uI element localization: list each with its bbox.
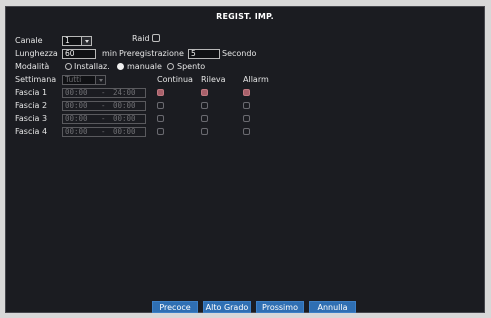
lunghezza-value: 60 (65, 49, 75, 58)
start-time: 00:00 (65, 88, 88, 97)
continua-checkbox[interactable] (157, 128, 164, 135)
rileva-checkbox[interactable] (201, 115, 208, 122)
lunghezza-unit: min (102, 49, 118, 58)
end-time: 00:00 (113, 101, 136, 110)
column-allarm: Allarm (243, 75, 269, 84)
annulla-button[interactable]: Annulla (309, 301, 356, 313)
continua-checkbox[interactable] (157, 102, 164, 109)
fascia-label: Fascia 3 (15, 114, 48, 123)
fascia-label: Fascia 4 (15, 127, 48, 136)
modalita-installaz-radio[interactable] (65, 63, 72, 70)
preregistrazione-unit: Secondo (222, 49, 257, 58)
lunghezza-input[interactable]: 60 (62, 49, 96, 59)
modalita-label: Modalità (15, 62, 50, 71)
settimana-value: Tutti (65, 75, 82, 84)
canale-dropdown[interactable]: 1 (62, 36, 92, 46)
end-time: 24:00 (113, 88, 136, 97)
modalita-spento-radio[interactable] (167, 63, 174, 70)
canale-label: Canale (15, 36, 43, 45)
fascia-label: Fascia 1 (15, 88, 48, 97)
preregistrazione-value: 5 (191, 49, 196, 58)
alto-grado-button[interactable]: Alto Grado (203, 301, 251, 313)
fascia-time-range[interactable]: 00:00-00:00 (62, 114, 146, 124)
modalita-installaz-label: Installaz. (74, 62, 110, 71)
time-separator: - (101, 114, 106, 123)
fascia-time-range[interactable]: 00:00-00:00 (62, 127, 146, 137)
time-separator: - (101, 127, 106, 136)
continua-checkbox[interactable] (157, 115, 164, 122)
window-title: REGIST. IMP. (216, 12, 274, 21)
raid-label: Raid (132, 34, 150, 43)
modalita-spento-label: Spento (177, 62, 206, 71)
chevron-down-icon (81, 37, 91, 45)
record-settings-window: REGIST. IMP. Canale 1 Raid Lunghezza 60 … (5, 6, 485, 313)
column-rileva: Rileva (201, 75, 226, 84)
modalita-manuale-radio[interactable] (117, 63, 124, 70)
start-time: 00:00 (65, 127, 88, 136)
fascia-time-range[interactable]: 00:00-00:00 (62, 101, 146, 111)
end-time: 00:00 (113, 127, 136, 136)
settimana-dropdown[interactable]: Tutti (62, 75, 106, 85)
allarm-checkbox[interactable] (243, 89, 250, 96)
canale-value: 1 (65, 36, 70, 45)
rileva-checkbox[interactable] (201, 89, 208, 96)
start-time: 00:00 (65, 114, 88, 123)
preregistrazione-label: Preregistrazione (119, 49, 184, 58)
start-time: 00:00 (65, 101, 88, 110)
allarm-checkbox[interactable] (243, 128, 250, 135)
allarm-checkbox[interactable] (243, 115, 250, 122)
precoce-button[interactable]: Precoce (152, 301, 198, 313)
modalita-manuale-label: manuale (127, 62, 162, 71)
end-time: 00:00 (113, 114, 136, 123)
raid-checkbox[interactable] (152, 34, 160, 42)
chevron-down-icon (95, 76, 105, 84)
rileva-checkbox[interactable] (201, 128, 208, 135)
time-separator: - (101, 88, 106, 97)
fascia-time-range[interactable]: 00:00 -24:00 (62, 88, 146, 98)
allarm-checkbox[interactable] (243, 102, 250, 109)
rileva-checkbox[interactable] (201, 102, 208, 109)
preregistrazione-input[interactable]: 5 (188, 49, 220, 59)
continua-checkbox[interactable] (157, 89, 164, 96)
column-continua: Continua (157, 75, 193, 84)
lunghezza-label: Lunghezza (15, 49, 58, 58)
time-separator: - (101, 101, 106, 110)
fascia-label: Fascia 2 (15, 101, 48, 110)
prossimo-button[interactable]: Prossimo (256, 301, 304, 313)
settimana-label: Settimana (15, 75, 57, 84)
